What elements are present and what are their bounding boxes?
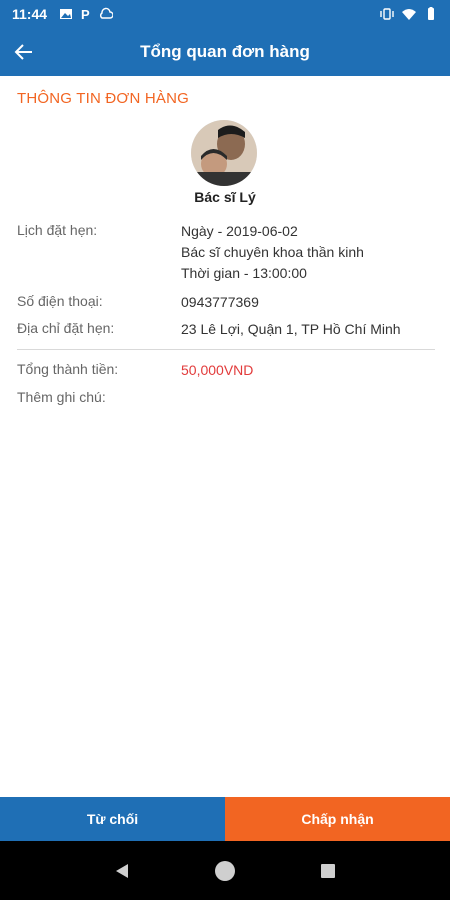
battery-icon	[428, 7, 434, 20]
appointment-specialty: Bác sĩ chuyên khoa thần kinh	[181, 244, 364, 260]
section-title: THÔNG TIN ĐƠN HÀNG	[17, 90, 190, 107]
back-button[interactable]	[8, 36, 40, 68]
appointment-row: Lịch đặt hẹn: Ngày - 2019-06-02 Bác sĩ c…	[17, 221, 437, 287]
app-bar: Tổng quan đơn hàng	[0, 28, 450, 76]
note-row[interactable]: Thêm ghi chú:	[17, 388, 437, 409]
nav-back-button[interactable]	[110, 859, 134, 883]
status-left-icons: P	[59, 7, 114, 21]
cloud-icon	[100, 7, 114, 19]
divider	[17, 349, 435, 350]
phone-row: Số điện thoại: 0943777369	[17, 292, 437, 313]
action-bar: Từ chối Chấp nhận	[0, 797, 450, 841]
status-bar: 11:44 P	[0, 0, 450, 28]
total-label: Tổng thành tiền:	[17, 361, 119, 377]
nav-recents-button[interactable]	[316, 859, 340, 883]
recents-square-icon	[321, 863, 336, 878]
address-value: 23 Lê Lợi, Quận 1, TP Hồ Chí Minh	[181, 321, 401, 337]
nav-home-button[interactable]	[213, 859, 237, 883]
back-triangle-icon	[115, 863, 128, 878]
accept-button[interactable]: Chấp nhận	[225, 797, 450, 841]
status-right-icons	[380, 7, 438, 21]
phone-value[interactable]: 0943777369	[181, 292, 259, 313]
avatar	[191, 120, 257, 186]
appointment-time: Thời gian - 13:00:00	[181, 265, 307, 281]
total-value: 50,000VND	[181, 362, 254, 378]
system-nav-bar	[0, 841, 450, 900]
appointment-label: Lịch đặt hẹn:	[17, 222, 98, 238]
vibrate-icon	[380, 8, 394, 20]
image-icon	[60, 9, 73, 19]
parking-icon: P	[81, 7, 90, 21]
page-title: Tổng quan đơn hàng	[140, 42, 310, 61]
reject-button[interactable]: Từ chối	[0, 797, 225, 841]
appointment-date: Ngày - 2019-06-02	[181, 223, 298, 239]
wifi-icon	[402, 9, 416, 20]
phone-label: Số điện thoại:	[17, 293, 103, 309]
home-circle-icon	[214, 860, 235, 881]
status-time: 11:44	[12, 6, 48, 22]
address-row: Địa chỉ đặt hẹn: 23 Lê Lợi, Quận 1, TP H…	[17, 319, 437, 340]
arrow-left-icon	[14, 44, 32, 60]
svg-text:P: P	[81, 7, 90, 21]
note-label: Thêm ghi chú:	[17, 389, 106, 405]
address-label: Địa chỉ đặt hẹn:	[17, 320, 115, 336]
doctor-name: Bác sĩ Lý	[194, 189, 256, 205]
total-row: Tổng thành tiền: 50,000VND	[17, 360, 437, 381]
